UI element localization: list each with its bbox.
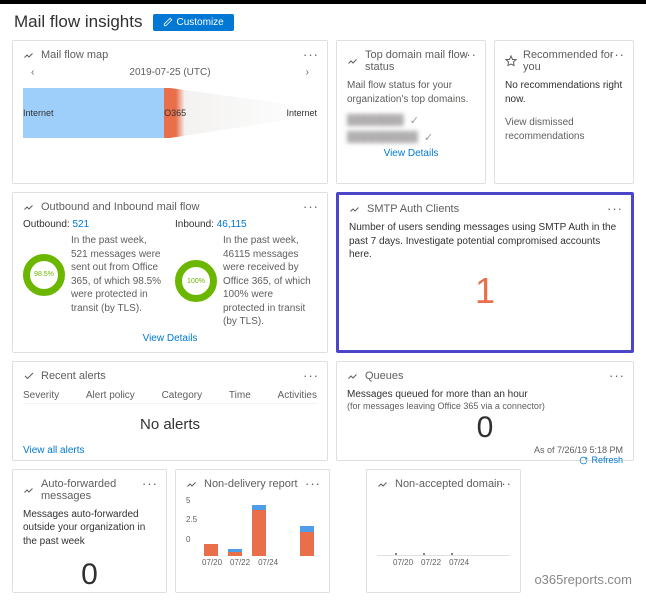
non-delivery-card: Non-delivery report ··· 5 2.5 0 07/20 07…: [175, 469, 330, 593]
outbound-desc: In the past week, 521 messages were sent…: [71, 234, 165, 315]
card-desc: Mail flow status for your organization's…: [347, 79, 475, 106]
chart-icon: [349, 203, 361, 215]
more-button[interactable]: ···: [303, 368, 319, 383]
no-recommendations: No recommendations right now.: [505, 79, 623, 106]
recommended-card: Recommended for you ··· No recommendatio…: [494, 40, 634, 184]
watermark: o365reports.com: [534, 572, 632, 587]
card-title: Mail flow map: [41, 49, 317, 61]
chart-icon: [23, 484, 35, 496]
next-date-button[interactable]: ›: [306, 67, 309, 78]
view-details-link[interactable]: View Details: [347, 148, 475, 159]
col-activities: Activities: [278, 390, 317, 401]
chart-icon: [347, 370, 359, 382]
card-title: Non-delivery report: [204, 478, 319, 490]
autofwd-value: 0: [23, 558, 156, 592]
queues-card: Queues ··· Messages queued for more than…: [336, 361, 634, 461]
top-domain-card: Top domain mail flow status ··· Mail flo…: [336, 40, 486, 184]
view-all-alerts-link[interactable]: View all alerts: [23, 445, 317, 456]
non-accepted-card: Non-accepted domain ··· 07/20 07/22 07/2…: [366, 469, 521, 593]
smtp-value: 1: [349, 270, 621, 312]
chart-icon: [23, 49, 35, 61]
card-title: Auto-forwarded messages: [41, 478, 156, 502]
card-title: Recommended for you: [523, 49, 623, 73]
view-dismissed-link[interactable]: View dismissed recommendations: [505, 116, 623, 143]
recent-alerts-card: Recent alerts ··· Severity Alert policy …: [12, 361, 328, 461]
outbound-inbound-card: Outbound and Inbound mail flow ··· Outbo…: [12, 192, 328, 353]
col-time: Time: [229, 390, 251, 401]
date-label: 2019-07-25 (UTC): [129, 67, 210, 78]
sankey-chart: Internet O365 Internet: [23, 82, 317, 144]
autofwd-desc: Messages auto-forwarded outside your org…: [23, 508, 156, 549]
inbound-value[interactable]: 46,115: [217, 219, 247, 230]
card-title: Recent alerts: [41, 370, 317, 382]
card-title: Queues: [365, 370, 623, 382]
check-icon: ✓: [424, 131, 433, 144]
outbound-donut: 98.5%: [23, 254, 65, 296]
view-details-link[interactable]: View Details: [23, 333, 317, 344]
domain-row: ████████: [347, 115, 404, 126]
edit-icon: [163, 17, 173, 27]
smtp-auth-card: SMTP Auth Clients ··· Number of users se…: [336, 192, 634, 353]
chart-icon: [23, 201, 35, 213]
refresh-button[interactable]: Refresh: [347, 455, 623, 465]
more-button[interactable]: ···: [303, 47, 319, 62]
chart-icon: [347, 55, 359, 67]
auto-forwarded-card: Auto-forwarded messages ··· Messages aut…: [12, 469, 167, 593]
domain-row: ██████████: [347, 132, 418, 143]
queues-value: 0: [347, 411, 623, 445]
more-button[interactable]: ···: [609, 47, 625, 62]
inbound-desc: In the past week, 46115 messages were re…: [223, 234, 317, 329]
no-alerts: No alerts: [23, 416, 317, 433]
prev-date-button[interactable]: ‹: [31, 67, 34, 78]
refresh-icon: [579, 456, 588, 465]
chart-icon: [186, 478, 198, 490]
col-policy: Alert policy: [86, 390, 135, 401]
nad-chart: [377, 496, 510, 556]
page-title: Mail flow insights: [14, 12, 143, 32]
check-icon: [23, 370, 35, 382]
card-title: Outbound and Inbound mail flow: [41, 201, 317, 213]
check-icon: ✓: [410, 114, 419, 127]
chart-icon: [377, 478, 389, 490]
customize-button[interactable]: Customize: [153, 14, 234, 31]
smtp-desc: Number of users sending messages using S…: [349, 221, 621, 262]
card-title: Non-accepted domain: [395, 478, 510, 490]
queues-desc: Messages queued for more than an hour: [347, 388, 623, 402]
more-button[interactable]: ···: [461, 47, 477, 62]
more-button[interactable]: ···: [303, 199, 319, 214]
inbound-donut: 100%: [175, 260, 217, 302]
more-button[interactable]: ···: [305, 476, 321, 491]
col-category: Category: [162, 390, 203, 401]
queues-asof: As of 7/26/19 5:18 PM: [347, 445, 623, 455]
card-title: SMTP Auth Clients: [367, 203, 621, 215]
ndr-chart: 5 2.5 0: [186, 496, 319, 556]
more-button[interactable]: ···: [609, 368, 625, 383]
star-icon: [505, 55, 517, 67]
card-title: Top domain mail flow status: [365, 49, 475, 73]
queues-sub: (for messages leaving Office 365 via a c…: [347, 401, 623, 411]
col-severity: Severity: [23, 390, 59, 401]
mail-flow-map-card: Mail flow map ··· ‹ 2019-07-25 (UTC) › I…: [12, 40, 328, 184]
more-button[interactable]: ···: [496, 476, 512, 491]
more-button[interactable]: ···: [142, 476, 158, 491]
outbound-value[interactable]: 521: [73, 219, 90, 230]
more-button[interactable]: ···: [607, 201, 623, 216]
